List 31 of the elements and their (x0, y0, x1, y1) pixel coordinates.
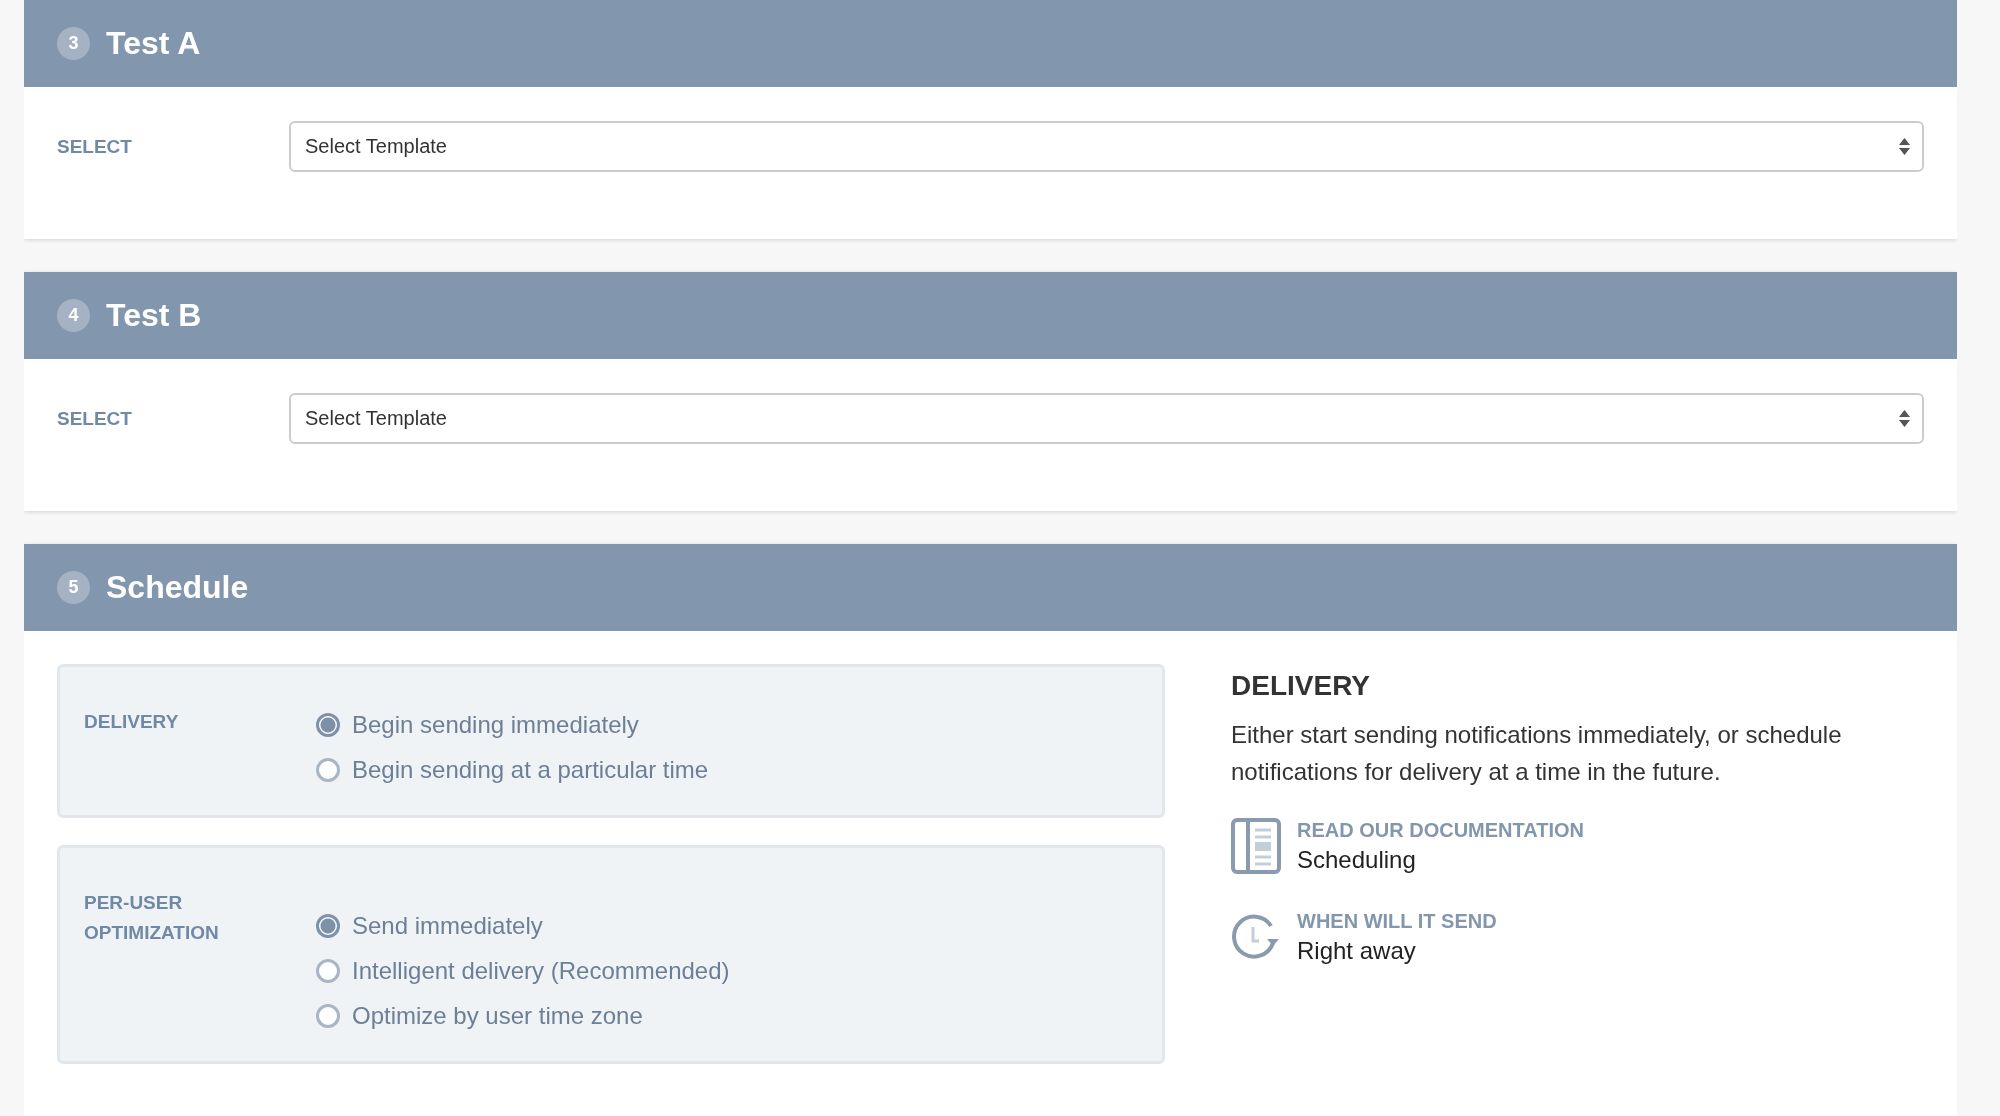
radio-button[interactable] (316, 712, 340, 737)
document-icon (1231, 818, 1281, 874)
up-down-arrows-icon (1899, 138, 1910, 155)
step-number-badge: 5 (57, 571, 90, 604)
section-title: Test A (106, 25, 201, 62)
radio-option[interactable]: Optimize by user time zone (316, 998, 730, 1033)
radio-option[interactable]: Intelligent delivery (Recommended) (316, 953, 730, 988)
info-description: Either start sending notifications immediately, or schedule notifications for delivery at a time in the future. (1231, 720, 1843, 787)
radio-button[interactable] (316, 1003, 340, 1028)
radio-option[interactable]: Begin sending at a particular time (316, 752, 709, 787)
group-label: PER-USER OPTIMIZATION (84, 891, 220, 945)
info-value: Right away (1297, 937, 1417, 965)
section-title: Test B (106, 297, 202, 334)
radio-button[interactable] (316, 757, 340, 782)
template-select[interactable]: Select Template (289, 393, 1924, 444)
template-select[interactable]: Select Template (289, 121, 1924, 172)
section-title: Schedule (106, 569, 249, 606)
info-link-label[interactable]: WHEN WILL IT SEND (1297, 910, 1497, 933)
field-label: SELECT (57, 135, 133, 158)
info-link-label[interactable]: READ OUR DOCUMENTATION (1297, 818, 1585, 842)
radio-button[interactable] (316, 913, 340, 938)
radio-button[interactable] (316, 958, 340, 983)
radio-option[interactable]: Begin sending immediately (316, 707, 709, 742)
radio-option[interactable]: Send immediately (316, 908, 730, 943)
info-title: DELIVERY (1231, 670, 1371, 702)
up-down-arrows-icon (1899, 410, 1910, 427)
step-number-badge: 3 (57, 27, 90, 60)
field-label: SELECT (57, 407, 133, 430)
group-label: DELIVERY (84, 710, 180, 734)
info-value: Scheduling (1297, 845, 1417, 874)
step-number-badge: 4 (57, 299, 90, 332)
